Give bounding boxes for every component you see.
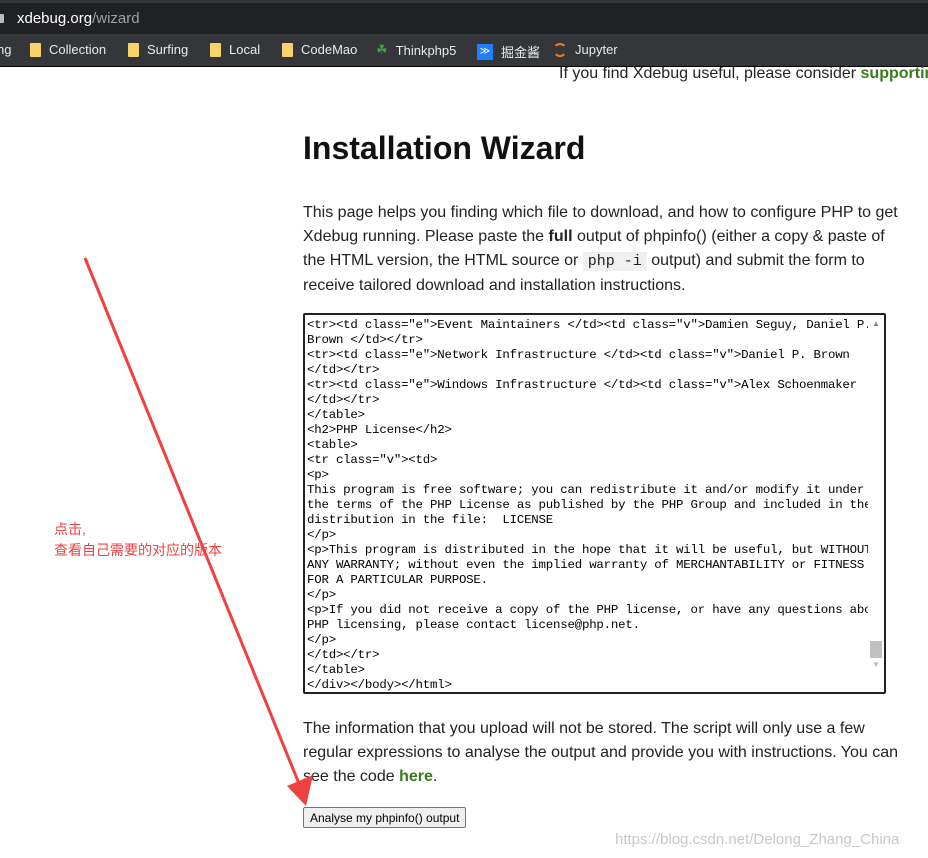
arrow-head	[287, 775, 313, 806]
arrow-shaft	[83, 257, 302, 787]
watermark: https://blog.csdn.net/Delong_Zhang_China	[615, 831, 900, 848]
annotation-arrow	[83, 257, 313, 806]
